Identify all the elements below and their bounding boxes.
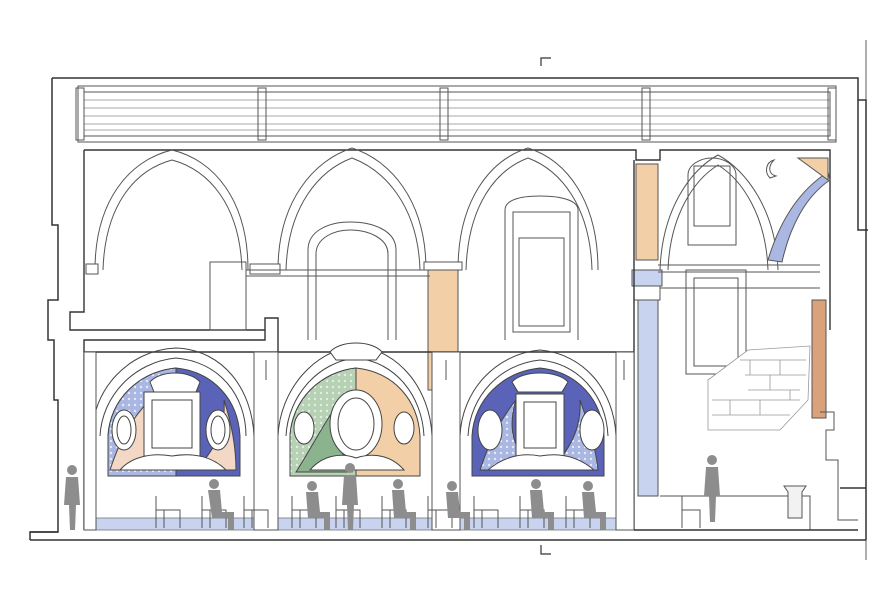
lunette-fresco-1 [91,347,255,477]
upper-arches [94,147,779,271]
standing-figure-1 [64,465,80,530]
section-marker-top-icon [540,57,551,66]
lunette-fresco-2 [277,342,433,477]
standing-figure-3 [704,455,720,522]
upper-niches [209,157,747,375]
lunette-fresco-3 [459,349,617,477]
roof-truss [75,85,837,143]
masonry-patch [707,345,811,431]
cornice [246,264,820,289]
right-vault-fresco [766,157,831,263]
section-marker-bottom-icon [540,545,551,555]
elevation-section-svg [29,40,868,560]
church-section-drawing [0,0,893,595]
